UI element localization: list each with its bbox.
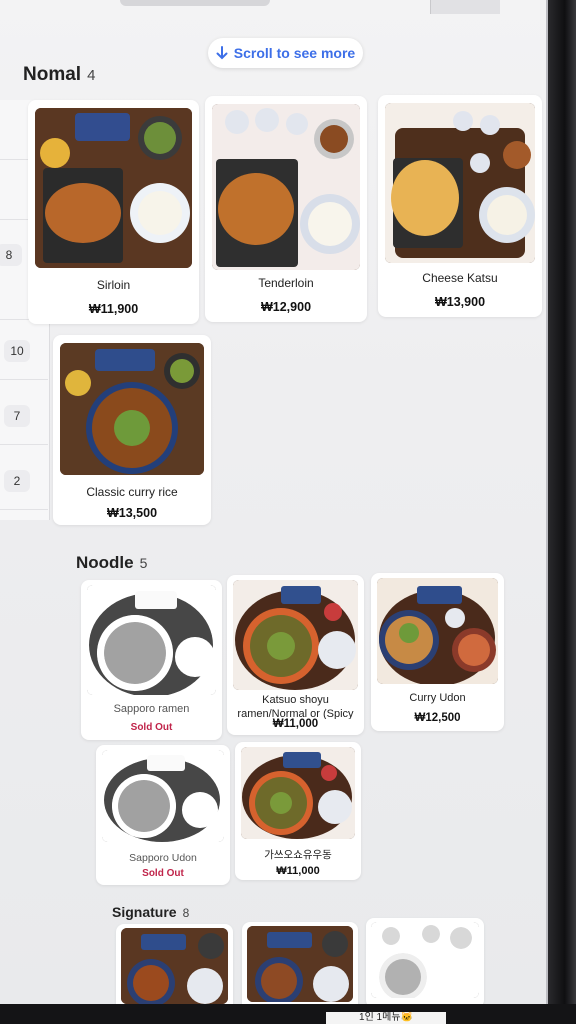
section-name: Nomal	[23, 64, 82, 85]
food-photo	[241, 747, 355, 839]
kiosk-screen: 8 10 7 2 Scroll to see more Nomal 4 Sirl…	[0, 0, 548, 1004]
menu-card-signature[interactable]	[116, 924, 233, 1004]
menu-card-cheese-katsu[interactable]: Cheese Katsu ₩13,900	[378, 95, 542, 317]
scroll-hint-button[interactable]: Scroll to see more	[208, 38, 363, 68]
food-photo	[102, 750, 224, 842]
item-price: ₩12,500	[414, 712, 461, 724]
kiosk-bezel	[548, 0, 576, 1024]
section-title-signature: Signature 8	[112, 904, 189, 920]
arrow-down-icon	[216, 46, 228, 60]
section-title-noodle: Noodle 5	[76, 553, 147, 573]
item-price: ₩13,900	[434, 295, 486, 309]
top-bar-tab-edge	[430, 0, 500, 14]
item-name: Tenderloin	[258, 276, 314, 290]
section-name: Noodle	[76, 553, 134, 572]
item-price: ₩11,900	[88, 302, 139, 316]
section-count: 8	[182, 906, 190, 920]
section-name: Signature	[112, 904, 177, 920]
rail-item[interactable]: 7	[0, 385, 48, 445]
bottom-sticker: 1인 1메뉴🐱	[326, 1012, 446, 1024]
menu-card-katsuo-shoyu-udon[interactable]: 가쓰오쇼유우동 ₩11,000	[235, 742, 361, 880]
item-price: ₩12,900	[260, 300, 312, 314]
item-name: Sirloin	[96, 278, 131, 292]
rail-count-badge: 8	[0, 244, 22, 266]
rail-count-badge: 10	[4, 340, 30, 362]
food-photo	[121, 928, 228, 1004]
menu-card-curry-udon[interactable]: Curry Udon ₩12,500	[371, 573, 504, 731]
rail-item[interactable]: 10	[0, 320, 48, 380]
menu-card-classic-curry-rice[interactable]: Classic curry rice ₩13,500	[53, 335, 211, 525]
rail-item[interactable]: 2	[0, 450, 48, 510]
menu-card-signature[interactable]	[242, 922, 358, 1004]
food-photo	[371, 922, 479, 998]
menu-card-tenderloin[interactable]: Tenderloin ₩12,900	[205, 96, 367, 322]
section-count: 4	[87, 67, 96, 84]
menu-card-signature[interactable]	[366, 918, 484, 1004]
food-photo	[233, 580, 358, 690]
food-photo	[247, 926, 353, 1002]
top-bar-edge	[120, 0, 270, 6]
menu-card-sapporo-ramen[interactable]: Sapporo ramen Sold Out	[81, 580, 222, 740]
item-price: ₩13,500	[106, 506, 158, 520]
food-photo	[87, 585, 216, 695]
item-price: ₩11,000	[276, 865, 320, 877]
item-name: Sapporo ramen	[113, 703, 190, 715]
item-name: 가쓰오쇼유우동	[264, 849, 332, 861]
kiosk-bezel-bottom	[0, 1004, 576, 1024]
sold-out-label: Sold Out	[130, 722, 173, 733]
rail-count-badge: 2	[4, 470, 30, 492]
food-photo	[385, 103, 535, 263]
item-name: Classic curry rice	[86, 485, 178, 499]
item-name: Katsuo shoyu ramen/Normal or (Spicy +1,0…	[237, 694, 354, 719]
item-name: Cheese Katsu	[422, 271, 498, 285]
sold-out-label: Sold Out	[142, 868, 184, 879]
scroll-hint-label: Scroll to see more	[233, 45, 356, 61]
item-price: ₩11,000	[272, 718, 319, 730]
item-name: Curry Udon	[409, 692, 466, 704]
item-name: Sapporo Udon	[129, 852, 197, 864]
food-photo	[35, 108, 192, 268]
food-photo	[212, 104, 360, 270]
menu-card-sirloin[interactable]: Sirloin ₩11,900	[28, 100, 199, 324]
menu-card-katsuo-shoyu-ramen[interactable]: Katsuo shoyu ramen/Normal or (Spicy +1,0…	[227, 575, 364, 735]
food-photo	[60, 343, 204, 475]
rail-count-badge: 7	[4, 405, 30, 427]
section-title-nomal: Nomal 4	[23, 64, 95, 86]
menu-card-sapporo-udon[interactable]: Sapporo Udon Sold Out	[96, 745, 230, 885]
section-count: 5	[139, 555, 148, 571]
food-photo	[377, 578, 498, 684]
